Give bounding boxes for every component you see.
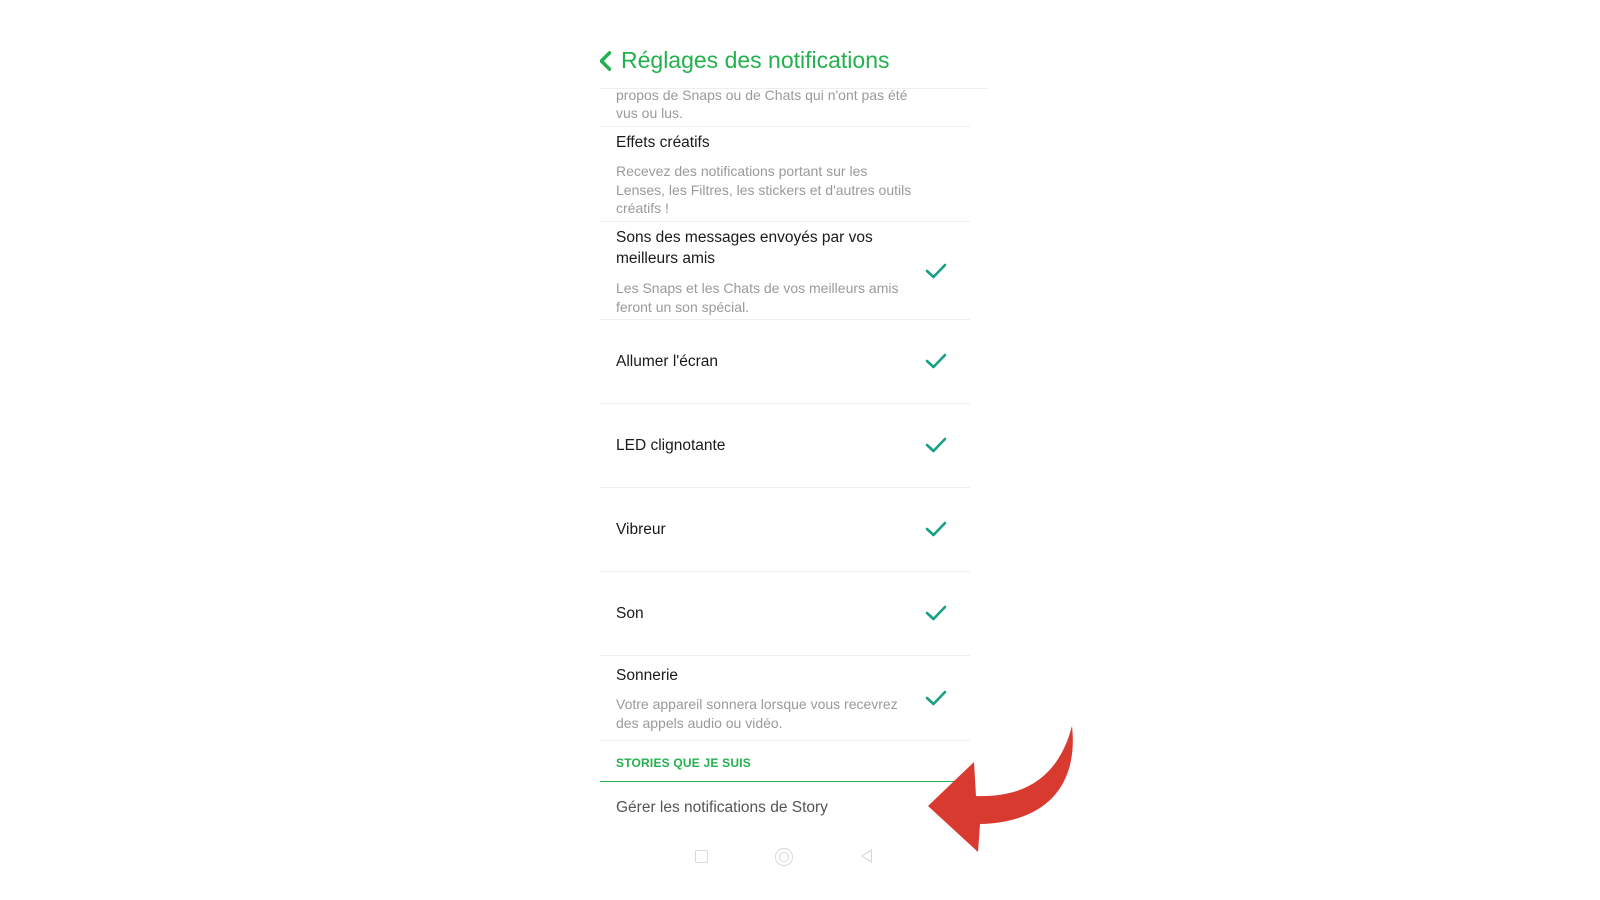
setting-title: Allumer l'écran [616,353,719,370]
section-header-stories: STORIES QUE JE SUIS [616,756,751,770]
setting-title: Vibreur [616,521,666,538]
check-icon[interactable] [924,433,948,457]
check-icon[interactable] [924,517,948,541]
setting-description: Les Snaps et les Chats de vos meilleurs … [616,280,899,315]
setting-title: Sonnerie [616,667,679,684]
check-icon[interactable] [924,601,948,625]
home-icon[interactable] [775,848,793,866]
partial-description: propos de Snaps ou de Chats qui n'ont pa… [616,87,908,121]
check-icon[interactable] [924,349,948,373]
section-underline [600,781,970,782]
header: Réglages des notifications [600,0,988,89]
setting-description: Recevez des notifications portant sur le… [616,163,912,216]
check-icon[interactable] [924,686,948,710]
setting-title: LED clignotante [616,437,726,454]
back-triangle-icon[interactable] [861,849,872,863]
page-title: Réglages des notifications [621,47,890,73]
chevron-left-icon[interactable] [600,47,620,75]
setting-title: Son [616,605,644,622]
recent-apps-icon[interactable] [695,850,708,863]
android-nav-bar [695,848,885,868]
check-icon[interactable] [924,259,948,283]
setting-sons-meilleurs-amis[interactable]: Sons des messages envoyés par vos meille… [600,221,970,319]
setting-description: Votre appareil sonnera lorsque vous rece… [616,696,898,731]
setting-led-clignotante[interactable]: LED clignotante [600,403,970,487]
manage-story-notifications[interactable]: Gérer les notifications de Story [616,799,828,817]
setting-title: Sons des messages envoyés par vos meille… [616,229,873,267]
setting-son[interactable]: Son [600,571,970,655]
setting-vibreur[interactable]: Vibreur [600,487,970,571]
setting-sonnerie[interactable]: Sonnerie Votre appareil sonnera lorsque … [600,655,970,740]
divider [600,740,970,741]
red-curved-arrow [928,726,1073,852]
setting-title: Effets créatifs [616,134,710,151]
setting-effets-creatifs[interactable]: Effets créatifs Recevez des notification… [600,126,970,221]
setting-allumer-ecran[interactable]: Allumer l'écran [600,319,970,403]
